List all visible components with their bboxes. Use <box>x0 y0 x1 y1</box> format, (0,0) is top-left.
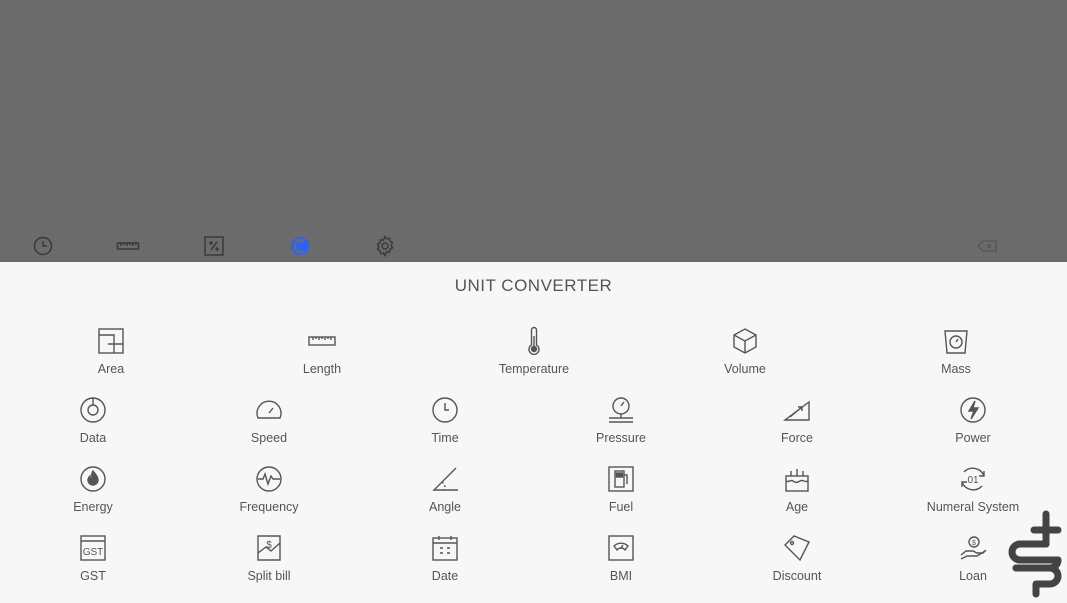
converter-label: Fuel <box>608 500 634 514</box>
converter-label: BMI <box>609 569 633 583</box>
svg-text:$: $ <box>972 540 976 547</box>
cake-icon <box>782 464 812 494</box>
history-icon[interactable] <box>31 234 55 258</box>
converter-discount[interactable]: Discount <box>722 533 872 595</box>
converter-speed[interactable]: Speed <box>194 395 344 457</box>
converter-label: Speed <box>250 431 288 445</box>
converter-mass[interactable]: Mass <box>881 326 1031 388</box>
converter-label: Force <box>781 431 813 445</box>
converter-power[interactable]: Power <box>898 395 1048 457</box>
converter-label: Angle <box>429 500 461 514</box>
lightning-icon <box>958 395 988 425</box>
converter-label: Date <box>431 569 459 583</box>
converter-area[interactable]: Area <box>36 326 186 388</box>
disc-icon <box>78 395 108 425</box>
speedometer-icon <box>254 395 284 425</box>
converter-label: Temperature <box>498 362 570 376</box>
cube-icon <box>730 326 760 356</box>
length-icon <box>307 326 337 356</box>
converter-panel: UNIT CONVERTER Area Length Temperature V… <box>0 262 1067 600</box>
bmi-icon <box>606 533 636 563</box>
converter-force[interactable]: Force <box>722 395 872 457</box>
loan-icon: $ <box>958 533 988 563</box>
converter-pressure[interactable]: Pressure <box>546 395 696 457</box>
unit-converter-icon[interactable] <box>288 234 312 258</box>
converter-angle[interactable]: Angle <box>370 464 520 526</box>
converter-volume[interactable]: Volume <box>670 326 820 388</box>
area-icon <box>96 326 126 356</box>
converter-age[interactable]: Age <box>722 464 872 526</box>
fuel-pump-icon <box>606 464 636 494</box>
converter-label: Split bill <box>247 569 291 583</box>
display-area <box>0 0 1067 262</box>
flame-icon <box>78 464 108 494</box>
force-icon <box>782 395 812 425</box>
svg-text:$: $ <box>266 540 272 551</box>
numeral-icon: 01 <box>958 464 988 494</box>
converter-label: Frequency <box>239 500 299 514</box>
panel-title: UNIT CONVERTER <box>454 276 613 295</box>
converter-length[interactable]: Length <box>247 326 397 388</box>
converter-split-bill[interactable]: $ Split bill <box>194 533 344 595</box>
percent-calculator-icon[interactable] <box>202 234 226 258</box>
clock-icon <box>430 395 460 425</box>
converter-label: Energy <box>73 500 113 514</box>
converter-label: Volume <box>724 362 766 376</box>
converter-label: Loan <box>959 569 987 583</box>
converter-label: Discount <box>772 569 822 583</box>
converter-label: Area <box>97 362 125 376</box>
split-bill-icon: $ <box>254 533 284 563</box>
converter-label: Power <box>955 431 991 445</box>
converter-frequency[interactable]: Frequency <box>194 464 344 526</box>
converter-label: Age <box>785 500 809 514</box>
converter-label: Mass <box>941 362 971 376</box>
calendar-icon <box>430 533 460 563</box>
converter-gst[interactable]: GST GST <box>18 533 168 595</box>
converter-fuel[interactable]: Fuel <box>546 464 696 526</box>
backspace-icon[interactable] <box>975 234 999 258</box>
converter-energy[interactable]: Energy <box>18 464 168 526</box>
converter-temperature[interactable]: Temperature <box>459 326 609 388</box>
pressure-gauge-icon <box>606 395 636 425</box>
thermometer-icon <box>519 326 549 356</box>
angle-icon <box>430 464 460 494</box>
converter-label: Pressure <box>595 431 647 445</box>
converter-bmi[interactable]: BMI <box>546 533 696 595</box>
numeral-icon-text: 01 <box>967 475 979 486</box>
converter-date[interactable]: Date <box>370 533 520 595</box>
converter-label: GST <box>80 569 106 583</box>
gst-icon: GST <box>78 533 108 563</box>
settings-icon[interactable] <box>373 234 397 258</box>
brand-logo-icon <box>1006 508 1066 598</box>
converter-data[interactable]: Data <box>18 395 168 457</box>
scale-icon <box>941 326 971 356</box>
converter-label: Length <box>302 362 342 376</box>
ruler-icon[interactable] <box>116 234 140 258</box>
converter-label: Data <box>79 431 107 445</box>
converter-label: Time <box>431 431 459 445</box>
tag-icon <box>782 533 812 563</box>
converter-time[interactable]: Time <box>370 395 520 457</box>
pulse-icon <box>254 464 284 494</box>
gst-icon-text: GST <box>83 547 104 558</box>
